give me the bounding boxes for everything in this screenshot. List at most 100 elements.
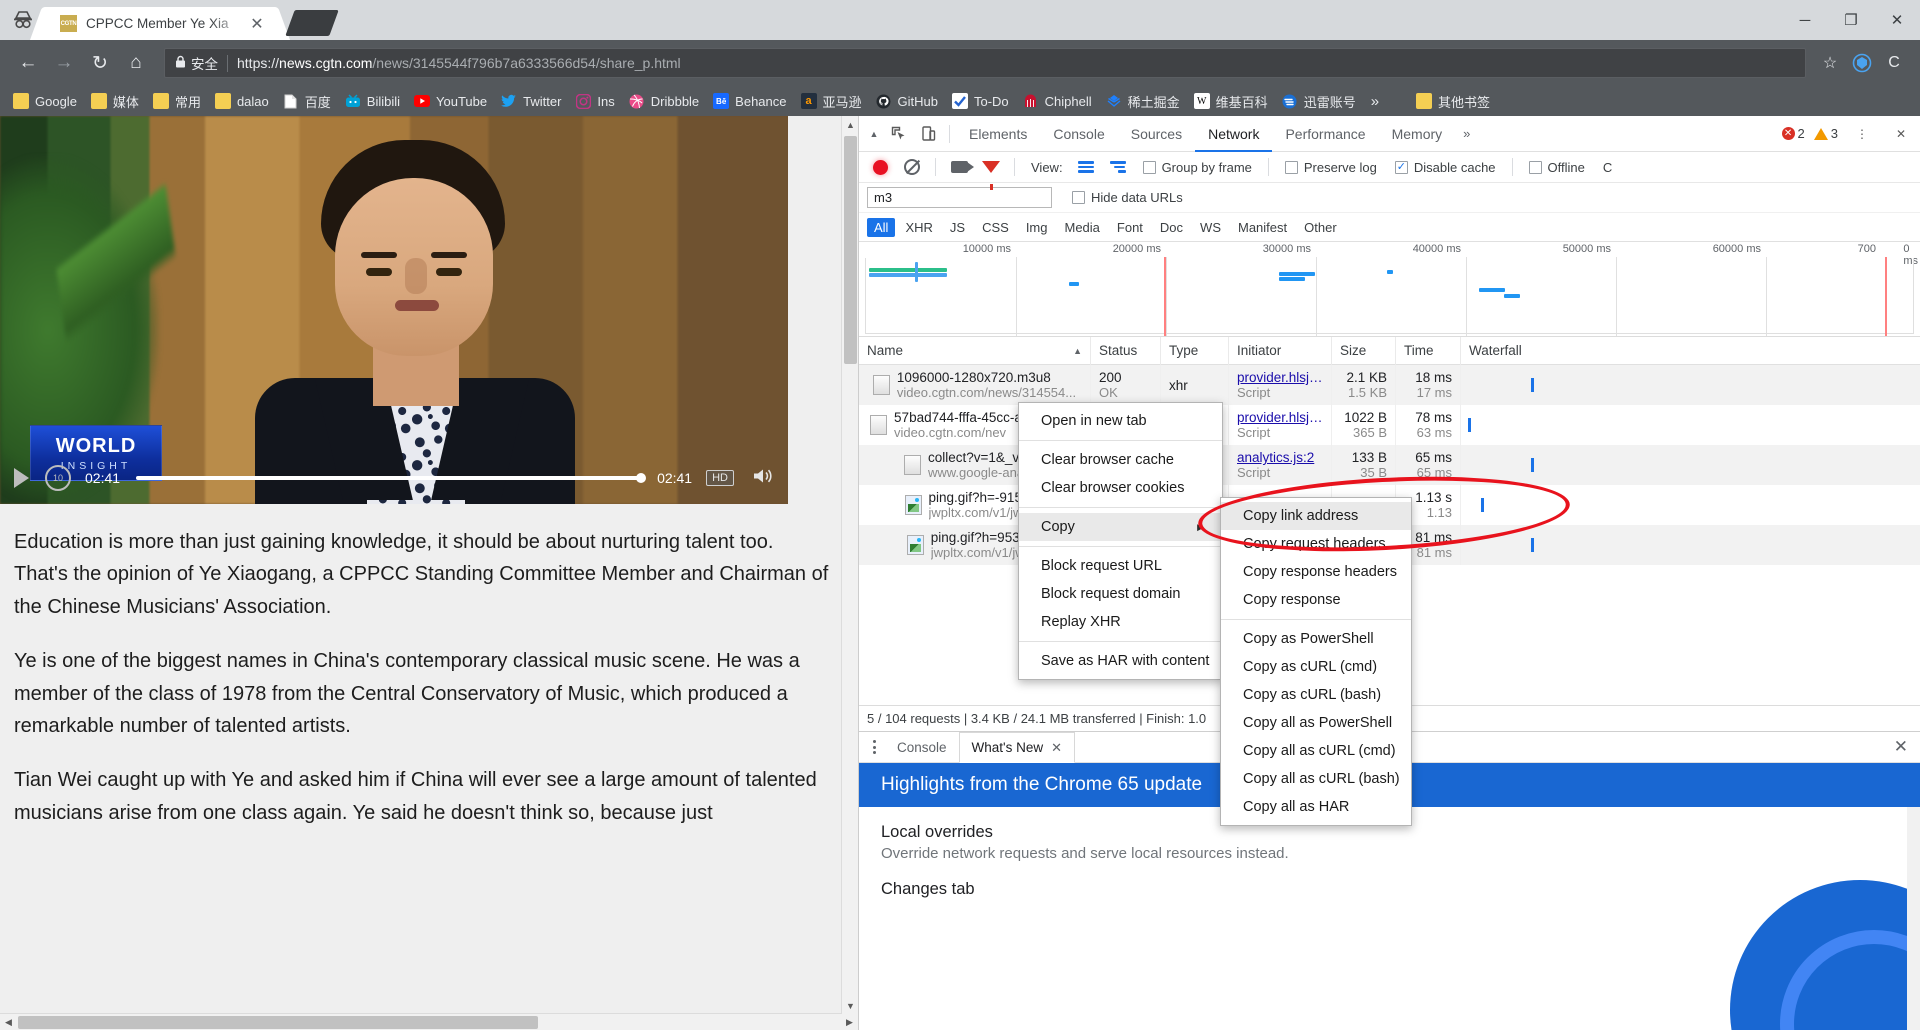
submenu-item-copy-all-as-curl-bash[interactable]: Copy all as cURL (bash) — [1221, 765, 1411, 793]
column-header-name[interactable]: Name ▲ — [859, 336, 1091, 365]
submenu-item-copy-as-powershell[interactable]: Copy as PowerShell — [1221, 625, 1411, 653]
record-button[interactable] — [865, 152, 895, 182]
network-overview[interactable]: 10000 ms 20000 ms 30000 ms 40000 ms 5000… — [859, 242, 1920, 337]
bookmark-item[interactable]: Chiphell — [1016, 89, 1099, 113]
hide-data-urls-checkbox[interactable]: Hide data URLs — [1072, 190, 1183, 205]
maximize-icon[interactable]: ❐ — [1828, 0, 1874, 40]
drawer-tab-whats-new[interactable]: What's New ✕ — [958, 732, 1076, 763]
clear-button[interactable] — [897, 152, 927, 182]
drawer-tab-close-icon[interactable]: ✕ — [1051, 740, 1062, 756]
offline-checkbox[interactable]: Offline — [1528, 160, 1585, 175]
type-filter-other[interactable]: Other — [1297, 218, 1344, 237]
drawer-close-icon[interactable]: ✕ — [1882, 737, 1920, 757]
tab-memory[interactable]: Memory — [1379, 116, 1456, 152]
bookmark-item[interactable]: 稀土掘金 — [1099, 89, 1187, 113]
profile-avatar[interactable]: C — [1878, 47, 1910, 79]
bookmark-item[interactable]: Dribbble — [622, 89, 706, 113]
bookmark-item[interactable]: a 亚马逊 — [794, 89, 869, 113]
address-bar[interactable]: 安全 https://news.cgtn.com/news/3145544f79… — [164, 48, 1806, 78]
type-filter-media[interactable]: Media — [1057, 218, 1106, 237]
devtools-close-icon[interactable]: ✕ — [1886, 119, 1916, 149]
back-icon[interactable]: ← — [10, 45, 46, 81]
context-menu-item-replay-xhr[interactable]: Replay XHR — [1019, 608, 1222, 636]
type-filter-xhr[interactable]: XHR — [898, 218, 939, 237]
bookmark-item[interactable]: GitHub — [869, 89, 945, 113]
bookmark-item[interactable]: Twitter — [494, 89, 568, 113]
submenu-item-copy-as-curl-bash[interactable]: Copy as cURL (bash) — [1221, 681, 1411, 709]
submenu-item-copy-all-as-har[interactable]: Copy all as HAR — [1221, 793, 1411, 821]
type-filter-manifest[interactable]: Manifest — [1231, 218, 1294, 237]
submenu-item-copy-link-address[interactable]: Copy link address — [1221, 502, 1411, 530]
tab-network[interactable]: Network — [1195, 116, 1272, 152]
type-filter-font[interactable]: Font — [1110, 218, 1150, 237]
progress-bar[interactable] — [136, 473, 647, 483]
bookmark-item[interactable]: Ins — [568, 89, 621, 113]
minimize-icon[interactable]: ─ — [1782, 0, 1828, 40]
scroll-left-icon[interactable]: ◀ — [0, 1014, 17, 1030]
column-header-type[interactable]: Type — [1161, 336, 1229, 365]
forward-icon[interactable]: → — [46, 45, 82, 81]
more-tabs-icon[interactable]: » — [1455, 126, 1478, 141]
preserve-log-checkbox[interactable]: Preserve log — [1284, 160, 1377, 175]
context-menu-item-clear-browser-cache[interactable]: Clear browser cache — [1019, 446, 1222, 474]
context-menu-item-save-as-har[interactable]: Save as HAR with content — [1019, 647, 1222, 675]
horizontal-scrollbar[interactable]: ◀ ▶ — [0, 1013, 858, 1030]
submenu-item-copy-all-as-curl-cmd[interactable]: Copy all as cURL (cmd) — [1221, 737, 1411, 765]
type-filter-doc[interactable]: Doc — [1153, 218, 1190, 237]
submenu-item-copy-response[interactable]: Copy response — [1221, 586, 1411, 614]
scroll-down-icon[interactable]: ▼ — [842, 997, 859, 1014]
vertical-scrollbar[interactable]: ▲ ▼ — [841, 116, 858, 1014]
reload-icon[interactable]: ↻ — [82, 45, 118, 81]
bookmark-item[interactable]: 常用 — [146, 89, 208, 113]
scroll-right-icon[interactable]: ▶ — [841, 1014, 858, 1030]
extension-icon[interactable] — [1846, 47, 1878, 79]
submenu-item-copy-request-headers[interactable]: Copy request headers — [1221, 530, 1411, 558]
bookmark-item[interactable]: Bilibili — [338, 89, 407, 113]
tab-elements[interactable]: Elements — [956, 116, 1040, 152]
device-toolbar-icon[interactable] — [913, 119, 943, 149]
column-header-status[interactable]: Status — [1091, 336, 1161, 365]
scroll-up-icon[interactable]: ▲ — [842, 116, 859, 133]
table-row[interactable]: 1096000-1280x720.m3u8 video.cgtn.com/new… — [859, 365, 1920, 405]
tab-sources[interactable]: Sources — [1118, 116, 1195, 152]
tab-close-icon[interactable]: ✕ — [246, 13, 268, 35]
group-by-frame-checkbox[interactable]: Group by frame — [1142, 160, 1252, 175]
tab-performance[interactable]: Performance — [1272, 116, 1378, 152]
type-filter-js[interactable]: JS — [943, 218, 972, 237]
other-bookmarks-folder[interactable]: 其他书签 — [1409, 89, 1497, 113]
quality-badge[interactable]: HD — [706, 470, 734, 486]
bookmarks-overflow-icon[interactable]: » — [1363, 93, 1387, 110]
devtools-collapse-icon[interactable]: ▲ — [865, 129, 883, 139]
drawer-more-icon[interactable] — [863, 740, 885, 754]
context-menu-item-block-request-domain[interactable]: Block request domain — [1019, 580, 1222, 608]
type-filter-img[interactable]: Img — [1019, 218, 1055, 237]
filter-input[interactable] — [867, 187, 1052, 208]
bookmark-item[interactable]: 媒体 — [84, 89, 146, 113]
video-player[interactable]: WORLD INSIGHT 10 02:41 02:41 HD — [0, 116, 788, 504]
new-tab-button[interactable] — [285, 10, 339, 36]
context-menu-item-copy[interactable]: Copy ▶ — [1019, 513, 1222, 541]
horizontal-scroll-thumb[interactable] — [18, 1016, 538, 1029]
devtools-settings-icon[interactable]: ⋮ — [1847, 119, 1877, 149]
type-filter-css[interactable]: CSS — [975, 218, 1016, 237]
bookmark-item[interactable]: 百度 — [276, 89, 338, 113]
play-icon[interactable] — [14, 468, 29, 488]
context-menu-item-clear-browser-cookies[interactable]: Clear browser cookies — [1019, 474, 1222, 502]
column-header-waterfall[interactable]: Waterfall — [1461, 337, 1920, 365]
filter-toggle-button[interactable] — [976, 152, 1006, 190]
tab-console[interactable]: Console — [1040, 116, 1117, 152]
context-menu-item-open-in-new-tab[interactable]: Open in new tab — [1019, 407, 1222, 435]
bookmark-item[interactable]: Google — [6, 89, 84, 113]
type-filter-ws[interactable]: WS — [1193, 218, 1228, 237]
submenu-item-copy-all-as-powershell[interactable]: Copy all as PowerShell — [1221, 709, 1411, 737]
disable-cache-checkbox[interactable]: Disable cache — [1394, 160, 1496, 175]
warning-badge[interactable]: 3 — [1813, 126, 1838, 141]
bookmark-item[interactable]: To-Do — [945, 89, 1016, 113]
submenu-item-copy-response-headers[interactable]: Copy response headers — [1221, 558, 1411, 586]
throttle-label[interactable]: C — [1603, 160, 1612, 175]
initiator-link[interactable]: analytics.js:2 — [1237, 450, 1323, 465]
error-badge[interactable]: ✕ 2 — [1781, 126, 1805, 141]
column-header-initiator[interactable]: Initiator — [1229, 336, 1332, 365]
volume-icon[interactable] — [752, 467, 774, 490]
view-list-icon[interactable] — [1071, 152, 1101, 182]
